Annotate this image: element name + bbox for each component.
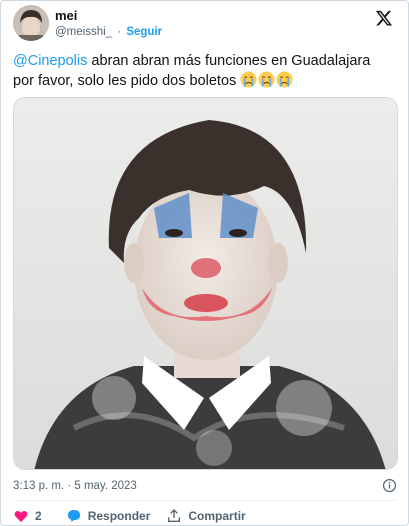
- follow-button[interactable]: Seguir: [126, 26, 162, 38]
- photo-illustration: [14, 98, 397, 469]
- action-bar: 2 Responder Compartir: [13, 506, 246, 526]
- separator-dot: ·: [117, 26, 122, 38]
- emoji-group: [240, 71, 294, 89]
- share-icon: [168, 509, 181, 522]
- user-handle[interactable]: @meisshi_: [55, 26, 112, 38]
- handle-line: @meisshi_ · Seguir: [55, 24, 162, 40]
- heart-icon: [14, 510, 28, 522]
- crying-face-icon: [258, 71, 275, 88]
- tweet-header: mei @meisshi_ · Seguir: [13, 5, 393, 45]
- share-label: Compartir: [188, 509, 246, 523]
- reply-button[interactable]: Responder: [66, 508, 167, 524]
- tweet-text: @Cinepolis abran abran más funciones en …: [13, 51, 393, 91]
- like-button[interactable]: 2: [13, 508, 66, 524]
- info-icon[interactable]: [382, 478, 397, 493]
- x-logo-icon[interactable]: [375, 9, 393, 27]
- speech-bubble-icon: [67, 510, 80, 522]
- display-name[interactable]: mei: [55, 8, 162, 24]
- user-block: mei @meisshi_ · Seguir: [55, 8, 162, 40]
- like-count: 2: [35, 509, 42, 523]
- divider: [13, 500, 396, 501]
- reply-label: Responder: [87, 509, 151, 523]
- mention-link[interactable]: @Cinepolis: [13, 53, 87, 69]
- crying-face-icon: [276, 71, 293, 88]
- avatar[interactable]: [13, 5, 49, 41]
- tweet-photo[interactable]: [13, 97, 398, 470]
- crying-face-icon: [240, 71, 257, 88]
- share-button[interactable]: Compartir: [166, 508, 246, 524]
- tweet-timestamp[interactable]: 3:13 p. m. · 5 may. 2023: [13, 479, 137, 493]
- tweet-card: mei @meisshi_ · Seguir @Cinepolis abran …: [0, 0, 409, 526]
